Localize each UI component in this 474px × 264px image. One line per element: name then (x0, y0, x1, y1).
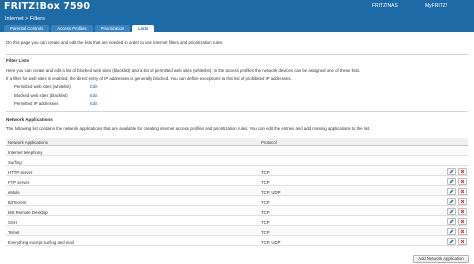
filter-lists-heading: Filter Lists (6, 58, 30, 63)
divider (6, 54, 468, 55)
edit-button[interactable] (447, 178, 456, 185)
pencil-icon (449, 229, 454, 234)
pencil-icon (449, 219, 454, 224)
edit-button[interactable] (447, 168, 456, 175)
application-name: BitTorrent (8, 199, 27, 205)
table-row: Internet telephony (6, 147, 468, 156)
pencil-icon (449, 189, 454, 194)
edit-button[interactable] (447, 238, 456, 245)
myfritz-link[interactable]: MyFRITZ! (425, 3, 447, 9)
delete-button[interactable] (458, 208, 467, 215)
edit-button[interactable] (447, 198, 456, 205)
application-name: FTP server (8, 179, 30, 185)
delete-button[interactable] (458, 178, 467, 185)
breadcrumb[interactable]: Internet > Filters (5, 16, 45, 22)
edit-button[interactable] (447, 208, 456, 215)
application-protocol: TCP (261, 229, 270, 235)
application-name: Telnet (8, 229, 20, 235)
table-row: SSH TCP (6, 217, 468, 226)
application-name: SSH (8, 219, 17, 225)
filter-lists-text-1: Here you can create and edit a list of b… (6, 68, 361, 73)
close-icon (460, 179, 465, 184)
tab-access-profiles[interactable]: Access Profiles (51, 25, 93, 32)
close-icon (460, 169, 465, 174)
network-apps-text: The following list contains the network … (6, 126, 371, 131)
edit-button[interactable] (447, 188, 456, 195)
application-name: eMule (8, 189, 20, 195)
pencil-icon (449, 199, 454, 204)
table-row: Telnet TCP (6, 227, 468, 236)
tab-parental-controls[interactable]: Parental Controls (4, 25, 50, 32)
tab-lists[interactable]: Lists (132, 25, 155, 32)
blacklist-label: Blocked web sites (blacklist) (14, 93, 68, 98)
pencil-icon (449, 209, 454, 214)
application-protocol: TCP (261, 209, 270, 215)
delete-button[interactable] (458, 218, 467, 225)
edit-button[interactable] (447, 228, 456, 235)
application-name: Everything except surfing and mail (8, 239, 74, 245)
application-protocol: TCP (261, 179, 270, 185)
application-name: MS Remote Desktop (8, 209, 48, 215)
application-protocol: TCP, UDP (261, 239, 281, 245)
network-apps-heading: Network Applications (6, 117, 53, 122)
sub-header: Internet > Filters Parental Controls Acc… (0, 14, 474, 32)
brand-title: FRITZ!Box 7590 (4, 1, 91, 12)
top-bar: FRITZ!Box 7590 FRITZ!NAS MyFRITZ! (0, 0, 474, 14)
delete-button[interactable] (458, 228, 467, 235)
close-icon (460, 199, 465, 204)
blacklist-edit-link[interactable]: Edit (90, 93, 97, 98)
table-row: BitTorrent TCP (6, 197, 468, 206)
table-row: eMule TCP, UDP (6, 187, 468, 196)
permitted-ip-label: Permitted IP addresses (14, 101, 59, 106)
application-protocol: TCP, UDP (261, 189, 281, 195)
close-icon (460, 219, 465, 224)
table-row: FTP server TCP (6, 177, 468, 186)
column-header-protocol: Protocol (261, 140, 277, 145)
pencil-icon (449, 179, 454, 184)
whitelist-edit-link[interactable]: Edit (90, 84, 97, 89)
close-icon (460, 229, 465, 234)
pencil-icon (449, 169, 454, 174)
application-name: Surfing (8, 159, 22, 165)
tab-prioritization[interactable]: Prioritization (94, 25, 131, 32)
permitted-ip-edit-link[interactable]: Edit (90, 101, 97, 106)
table-row: Everything except surfing and mail TCP, U… (6, 237, 468, 246)
divider (6, 111, 468, 112)
add-network-application-button[interactable]: Add Network Application (413, 255, 469, 263)
table-row: MS Remote Desktop TCP (6, 207, 468, 216)
application-name: HTTP server (8, 169, 33, 175)
pencil-icon (449, 239, 454, 244)
filter-lists-text-2: If a filter for web sites is enabled, th… (6, 76, 292, 81)
application-name: Internet telephony (8, 149, 43, 155)
column-header-application: Network Applications (8, 140, 48, 145)
application-protocol: TCP (261, 199, 270, 205)
fritz-nas-link[interactable]: FRITZ!NAS (372, 3, 398, 9)
delete-button[interactable] (458, 168, 467, 175)
close-icon (460, 209, 465, 214)
close-icon (460, 239, 465, 244)
close-icon (460, 189, 465, 194)
delete-button[interactable] (458, 198, 467, 205)
tab-bar: Parental Controls Access Profiles Priori… (4, 25, 155, 32)
edit-button[interactable] (447, 218, 456, 225)
delete-button[interactable] (458, 238, 467, 245)
table-header: Network Applications Protocol (6, 138, 468, 146)
application-protocol: TCP (261, 169, 270, 175)
whitelist-label: Permitted web sites (whitelist) (14, 84, 71, 89)
delete-button[interactable] (458, 188, 467, 195)
table-row: HTTP server TCP (6, 167, 468, 176)
application-protocol: TCP (261, 219, 270, 225)
intro-text: On this page you can create and edit the… (6, 40, 224, 45)
table-row: Surfing (6, 157, 468, 166)
